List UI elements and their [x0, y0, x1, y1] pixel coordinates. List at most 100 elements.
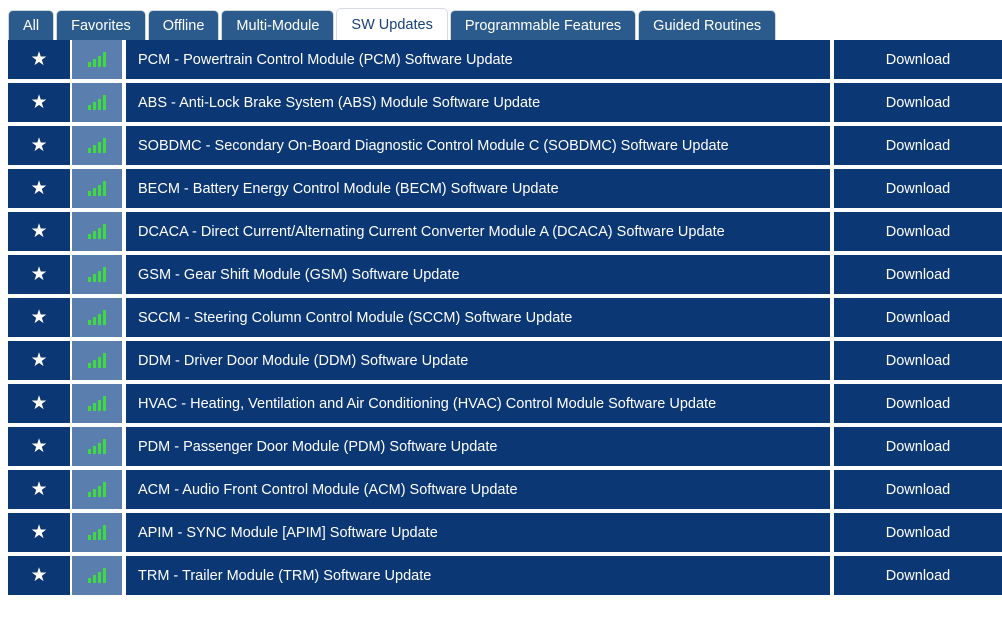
download-button[interactable]: Download	[834, 384, 1002, 423]
favorite-toggle[interactable]: ★	[8, 40, 70, 79]
table-row[interactable]: ★ BECM - Battery Energy Control Module (B…	[8, 169, 1002, 208]
signal-strength-icon	[88, 138, 106, 153]
module-name-cell[interactable]: SCCM - Steering Column Control Module (S…	[126, 298, 830, 337]
signal-strength-cell[interactable]	[72, 384, 122, 423]
download-button[interactable]: Download	[834, 255, 1002, 294]
download-button[interactable]: Download	[834, 126, 1002, 165]
table-row[interactable]: ★ DDM - Driver Door Module (DDM) Software…	[8, 341, 1002, 380]
table-row[interactable]: ★ DCACA - Direct Current/Alternating Curr…	[8, 212, 1002, 251]
star-icon: ★	[30, 393, 48, 414]
software-update-list: ★ PCM - Powertrain Control Module (PCM) S…	[0, 40, 1002, 595]
module-name-label: DCACA - Direct Current/Alternating Curre…	[138, 223, 725, 240]
favorite-toggle[interactable]: ★	[8, 126, 70, 165]
table-row[interactable]: ★ TRM - Trailer Module (TRM) Software Upd…	[8, 556, 1002, 595]
download-label: Download	[885, 395, 951, 412]
signal-strength-icon	[88, 525, 106, 540]
tab-guided-routines[interactable]: Guided Routines	[638, 10, 777, 40]
signal-strength-cell[interactable]	[72, 212, 122, 251]
download-label: Download	[885, 94, 951, 111]
tab-sw-updates[interactable]: SW Updates	[336, 8, 448, 40]
tab-label: Programmable Features	[464, 18, 622, 34]
favorite-toggle[interactable]: ★	[8, 513, 70, 552]
module-name-cell[interactable]: SOBDMC - Secondary On-Board Diagnostic C…	[126, 126, 830, 165]
signal-strength-cell[interactable]	[72, 470, 122, 509]
table-row[interactable]: ★ HVAC - Heating, Ventilation and Air Con…	[8, 384, 1002, 423]
download-button[interactable]: Download	[834, 513, 1002, 552]
download-button[interactable]: Download	[834, 470, 1002, 509]
tab-programmable-features[interactable]: Programmable Features	[449, 10, 637, 40]
signal-strength-cell[interactable]	[72, 556, 122, 595]
module-name-cell[interactable]: HVAC - Heating, Ventilation and Air Cond…	[126, 384, 830, 423]
tab-multi-module[interactable]: Multi-Module	[221, 10, 335, 40]
signal-strength-icon	[88, 181, 106, 196]
star-icon: ★	[30, 479, 48, 500]
favorite-toggle[interactable]: ★	[8, 470, 70, 509]
signal-strength-cell[interactable]	[72, 40, 122, 79]
module-name-cell[interactable]: BECM - Battery Energy Control Module (BE…	[126, 169, 830, 208]
signal-strength-icon	[88, 95, 106, 110]
favorite-toggle[interactable]: ★	[8, 169, 70, 208]
module-name-cell[interactable]: APIM - SYNC Module [APIM] Software Updat…	[126, 513, 830, 552]
module-name-cell[interactable]: ACM - Audio Front Control Module (ACM) S…	[126, 470, 830, 509]
signal-strength-icon	[88, 224, 106, 239]
module-name-cell[interactable]: TRM - Trailer Module (TRM) Software Upda…	[126, 556, 830, 595]
download-button[interactable]: Download	[834, 40, 1002, 79]
signal-strength-cell[interactable]	[72, 126, 122, 165]
signal-strength-icon	[88, 267, 106, 282]
table-row[interactable]: ★ PDM - Passenger Door Module (PDM) Softw…	[8, 427, 1002, 466]
star-icon: ★	[30, 49, 48, 70]
star-icon: ★	[30, 522, 48, 543]
table-row[interactable]: ★ APIM - SYNC Module [APIM] Software Upda…	[8, 513, 1002, 552]
download-button[interactable]: Download	[834, 556, 1002, 595]
module-name-cell[interactable]: DCACA - Direct Current/Alternating Curre…	[126, 212, 830, 251]
download-button[interactable]: Download	[834, 169, 1002, 208]
signal-strength-icon	[88, 482, 106, 497]
tab-label: SW Updates	[351, 17, 433, 33]
table-row[interactable]: ★ ACM - Audio Front Control Module (ACM) …	[8, 470, 1002, 509]
download-button[interactable]: Download	[834, 212, 1002, 251]
module-name-label: PDM - Passenger Door Module (PDM) Softwa…	[138, 438, 498, 455]
signal-strength-cell[interactable]	[72, 255, 122, 294]
download-button[interactable]: Download	[834, 427, 1002, 466]
favorite-toggle[interactable]: ★	[8, 556, 70, 595]
signal-strength-cell[interactable]	[72, 427, 122, 466]
table-row[interactable]: ★ SOBDMC - Secondary On-Board Diagnostic …	[8, 126, 1002, 165]
signal-strength-cell[interactable]	[72, 298, 122, 337]
download-button[interactable]: Download	[834, 83, 1002, 122]
favorite-toggle[interactable]: ★	[8, 427, 70, 466]
module-name-cell[interactable]: DDM - Driver Door Module (DDM) Software …	[126, 341, 830, 380]
favorite-toggle[interactable]: ★	[8, 341, 70, 380]
tab-offline[interactable]: Offline	[147, 10, 220, 40]
table-row[interactable]: ★ SCCM - Steering Column Control Module (…	[8, 298, 1002, 337]
star-icon: ★	[30, 565, 48, 586]
module-name-cell[interactable]: PCM - Powertrain Control Module (PCM) So…	[126, 40, 830, 79]
download-button[interactable]: Download	[834, 298, 1002, 337]
favorite-toggle[interactable]: ★	[8, 384, 70, 423]
table-row[interactable]: ★ GSM - Gear Shift Module (GSM) Software …	[8, 255, 1002, 294]
signal-strength-cell[interactable]	[72, 341, 122, 380]
table-row[interactable]: ★ PCM - Powertrain Control Module (PCM) S…	[8, 40, 1002, 79]
favorite-toggle[interactable]: ★	[8, 83, 70, 122]
module-name-cell[interactable]: PDM - Passenger Door Module (PDM) Softwa…	[126, 427, 830, 466]
favorite-toggle[interactable]: ★	[8, 255, 70, 294]
module-name-cell[interactable]: GSM - Gear Shift Module (GSM) Software U…	[126, 255, 830, 294]
module-name-cell[interactable]: ABS - Anti-Lock Brake System (ABS) Modul…	[126, 83, 830, 122]
module-name-label: SOBDMC - Secondary On-Board Diagnostic C…	[138, 137, 729, 154]
download-button[interactable]: Download	[834, 341, 1002, 380]
signal-strength-cell[interactable]	[72, 513, 122, 552]
module-name-label: DDM - Driver Door Module (DDM) Software …	[138, 352, 469, 369]
download-label: Download	[885, 137, 951, 154]
star-icon: ★	[30, 135, 48, 156]
star-icon: ★	[30, 350, 48, 371]
download-label: Download	[885, 180, 951, 197]
favorite-toggle[interactable]: ★	[8, 212, 70, 251]
tab-all[interactable]: All	[8, 10, 55, 40]
module-name-label: TRM - Trailer Module (TRM) Software Upda…	[138, 567, 432, 584]
favorite-toggle[interactable]: ★	[8, 298, 70, 337]
tab-label: Offline	[162, 18, 205, 34]
signal-strength-cell[interactable]	[72, 169, 122, 208]
signal-strength-cell[interactable]	[72, 83, 122, 122]
table-row[interactable]: ★ ABS - Anti-Lock Brake System (ABS) Modu…	[8, 83, 1002, 122]
tab-favorites[interactable]: Favorites	[56, 10, 146, 40]
download-label: Download	[885, 481, 951, 498]
